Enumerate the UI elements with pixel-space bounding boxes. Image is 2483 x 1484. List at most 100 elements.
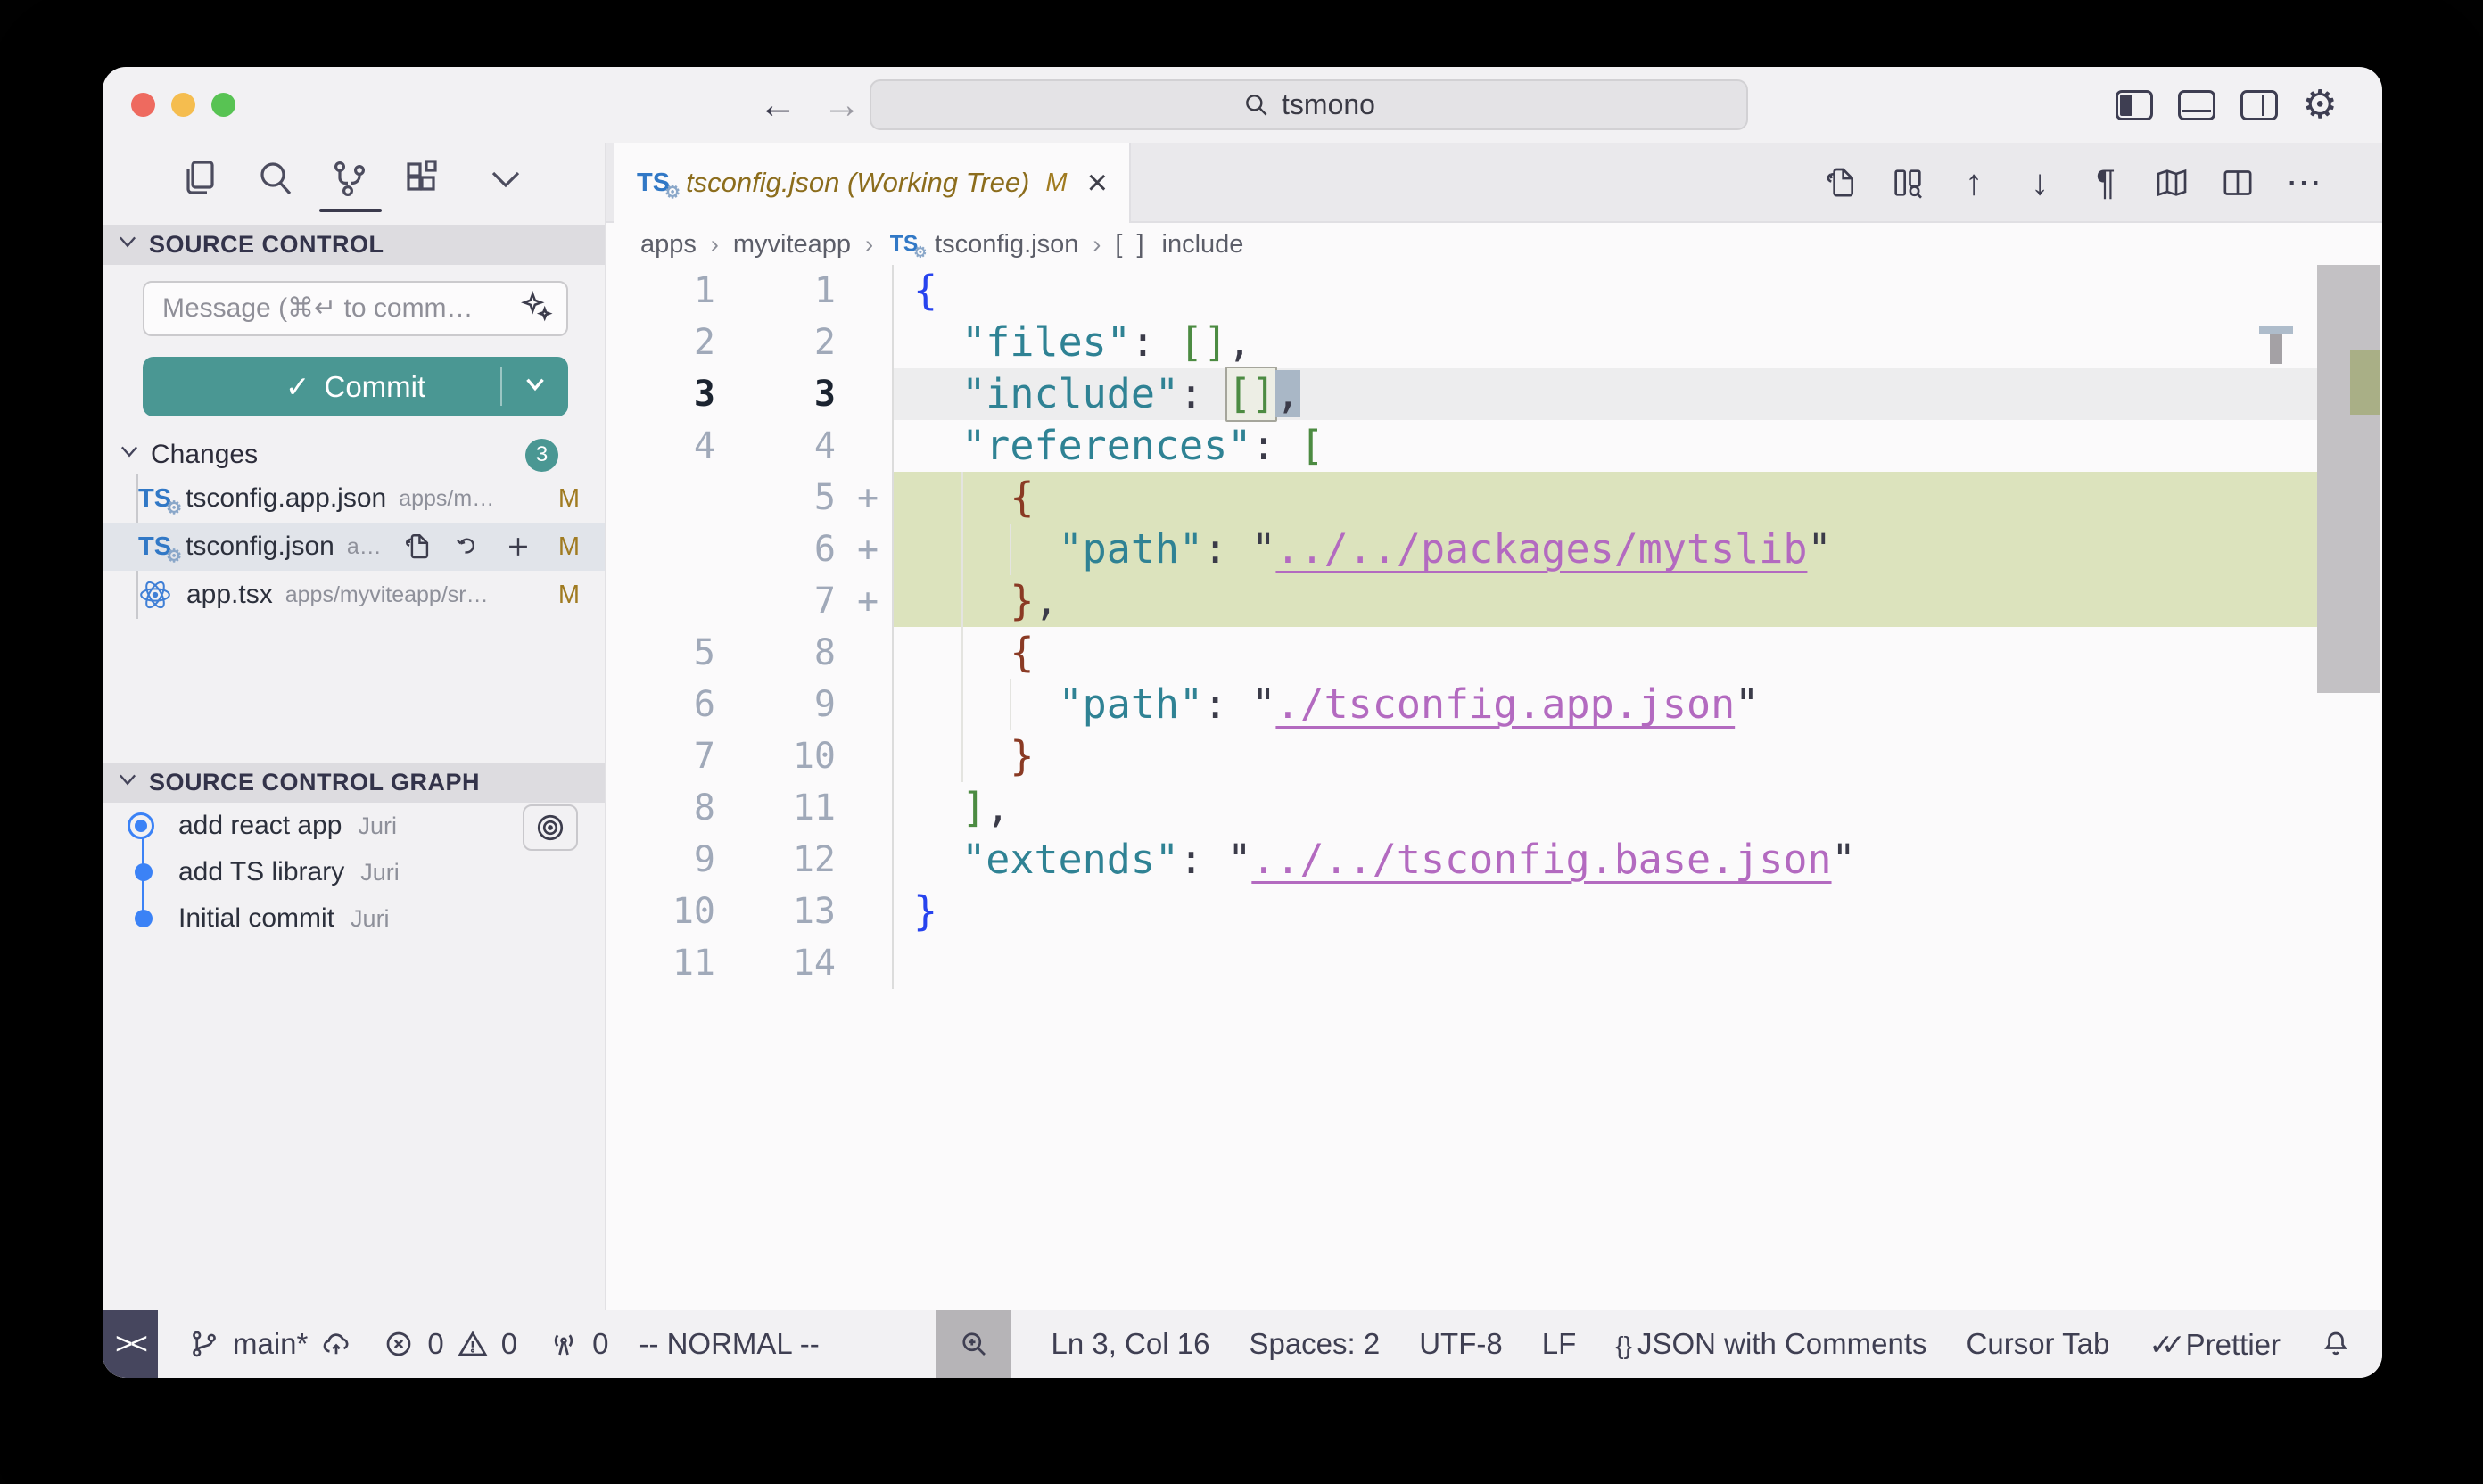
modified-badge: M: [558, 484, 580, 514]
commit-button[interactable]: ✓ Commit: [143, 357, 568, 416]
code-line-content[interactable]: [892, 937, 2317, 989]
line-col-status[interactable]: Ln 3, Col 16: [1051, 1327, 1209, 1361]
navigate-back-icon[interactable]: ←: [758, 83, 797, 128]
map-icon[interactable]: [2152, 163, 2191, 202]
code-line-content[interactable]: "include": [],: [892, 368, 2317, 420]
close-tab-icon[interactable]: ×: [1087, 163, 1108, 203]
code-editor[interactable]: 11{22 "files": [],33 "include": [],44 "r…: [606, 265, 2382, 1310]
bracket-highlight: []: [1225, 367, 1277, 422]
line-number-original: 6: [606, 679, 731, 730]
breadcrumb-include[interactable]: include: [1162, 230, 1244, 260]
open-file-icon[interactable]: [403, 532, 433, 562]
commit-dropdown-icon[interactable]: [520, 368, 550, 406]
diff-added-marker: [852, 317, 892, 368]
minimize-window-button[interactable]: [171, 93, 195, 117]
zoom-indicator[interactable]: [936, 1310, 1011, 1378]
chevron-down-icon[interactable]: [484, 157, 527, 200]
eol-status[interactable]: LF: [1542, 1327, 1577, 1361]
encoding-status[interactable]: UTF-8: [1419, 1327, 1503, 1361]
toggle-primary-sidebar-icon[interactable]: [2116, 90, 2153, 120]
code-line-content[interactable]: }: [892, 886, 2317, 937]
indent-guide: [961, 679, 963, 730]
line-number-modified: 5: [731, 472, 852, 524]
tab-tsconfig-working-tree[interactable]: TS⚙ tsconfig.json (Working Tree) M ×: [614, 143, 1131, 223]
formatter-status[interactable]: ✓✓Prettier: [2149, 1327, 2281, 1362]
breadcrumb-tsconfig[interactable]: tsconfig.json: [935, 230, 1078, 260]
next-change-icon[interactable]: ↓: [2020, 163, 2059, 202]
code-line: 11{: [606, 265, 2317, 317]
commit-row[interactable]: add react appJuri: [103, 803, 605, 849]
toggle-inline-view-icon[interactable]: [1888, 163, 1927, 202]
settings-gear-icon[interactable]: ⚙: [2303, 86, 2338, 125]
change-row-app.tsx[interactable]: app.tsxapps/myviteapp/sr…M: [103, 571, 605, 619]
open-file-icon[interactable]: [1822, 163, 1861, 202]
diff-added-marker: [852, 782, 892, 834]
code-line-content[interactable]: ],: [892, 782, 2317, 834]
stage-changes-icon[interactable]: [503, 532, 533, 562]
zoom-window-button[interactable]: [211, 93, 235, 117]
previous-change-icon[interactable]: ↑: [1954, 163, 1993, 202]
source-control-icon[interactable]: [328, 157, 371, 200]
code-line-content[interactable]: "files": [],: [892, 317, 2317, 368]
line-number-modified: 2: [731, 317, 852, 368]
toggle-panel-icon[interactable]: [2178, 90, 2215, 120]
indent-guide: [961, 524, 963, 575]
indent-guide: [961, 730, 963, 782]
remote-indicator[interactable]: ><: [103, 1310, 158, 1378]
broadcast-status[interactable]: 0: [548, 1327, 608, 1361]
code-line-content[interactable]: "path": "./tsconfig.app.json": [892, 679, 2317, 730]
code-line-content[interactable]: {: [892, 627, 2317, 679]
source-control-graph-header[interactable]: SOURCE CONTROL GRAPH: [103, 763, 605, 803]
language-mode-status[interactable]: {}JSON with Comments: [1615, 1327, 1926, 1361]
close-window-button[interactable]: [131, 93, 155, 117]
code-line-content[interactable]: "path": "../../packages/mytslib": [892, 524, 2317, 575]
file-name: tsconfig.app.json: [186, 483, 386, 514]
command-center-search[interactable]: tsmono: [870, 79, 1748, 130]
block-cursor: ,: [1275, 370, 1299, 417]
code-line-content[interactable]: "references": [: [892, 420, 2317, 472]
more-actions-icon[interactable]: ⋯: [2284, 163, 2323, 202]
chevron-down-icon: [117, 439, 142, 471]
change-row-tsconfig.app.json[interactable]: TS⚙tsconfig.app.jsonapps/m…M: [103, 474, 605, 523]
notifications-bell-icon[interactable]: [2320, 1328, 2352, 1360]
commit-row[interactable]: add TS libraryJuri: [103, 849, 605, 895]
breadcrumb-myviteapp[interactable]: myviteapp: [733, 230, 851, 260]
checkout-target-button[interactable]: [523, 804, 578, 851]
section-title: SOURCE CONTROL: [149, 231, 384, 259]
sparkle-ai-icon[interactable]: [520, 290, 566, 328]
search-icon: [1242, 91, 1271, 120]
code-line-content[interactable]: "extends": "../../tsconfig.base.json": [892, 834, 2317, 886]
commit-split-divider: [500, 367, 502, 406]
commit-message: add TS library: [178, 857, 344, 887]
navigate-forward-icon[interactable]: →: [822, 83, 862, 128]
discard-changes-icon[interactable]: [453, 532, 483, 562]
changes-header[interactable]: Changes 3: [103, 435, 605, 474]
titlebar: ← → tsmono ⚙: [103, 67, 2382, 143]
change-row-tsconfig.json[interactable]: TS⚙tsconfig.jsona…M: [103, 523, 605, 571]
source-control-section-header[interactable]: SOURCE CONTROL: [103, 225, 605, 265]
breadcrumb-apps[interactable]: apps: [640, 230, 697, 260]
branch-status[interactable]: main*: [188, 1327, 352, 1361]
indentation-status[interactable]: Spaces: 2: [1249, 1327, 1380, 1361]
code-line-content[interactable]: {: [892, 265, 2317, 317]
commit-message-input[interactable]: [144, 293, 520, 324]
search-value: tsmono: [1282, 88, 1375, 121]
extensions-icon[interactable]: [401, 157, 444, 200]
vim-mode-indicator[interactable]: -- NORMAL --: [639, 1327, 819, 1361]
cursor-tab-status[interactable]: Cursor Tab: [1967, 1327, 2110, 1361]
diff-added-marker: [852, 834, 892, 886]
search-icon[interactable]: [254, 157, 297, 200]
ts-file-icon: TS⚙: [138, 532, 171, 562]
split-editor-icon[interactable]: [2218, 163, 2257, 202]
code-line-content[interactable]: }: [892, 730, 2317, 782]
toggle-secondary-sidebar-icon[interactable]: [2240, 90, 2278, 120]
problems-status[interactable]: 0 0: [383, 1327, 517, 1361]
braces-icon: {}: [1615, 1331, 1632, 1359]
code-line-content[interactable]: },: [892, 575, 2317, 627]
explorer-icon[interactable]: [178, 157, 221, 200]
code-line-content[interactable]: {: [892, 472, 2317, 524]
commit-row[interactable]: Initial commitJuri: [103, 895, 605, 942]
vertical-scrollbar[interactable]: [2317, 265, 2380, 693]
line-number-modified: 12: [731, 834, 852, 886]
render-whitespace-icon[interactable]: ¶: [2086, 163, 2125, 202]
